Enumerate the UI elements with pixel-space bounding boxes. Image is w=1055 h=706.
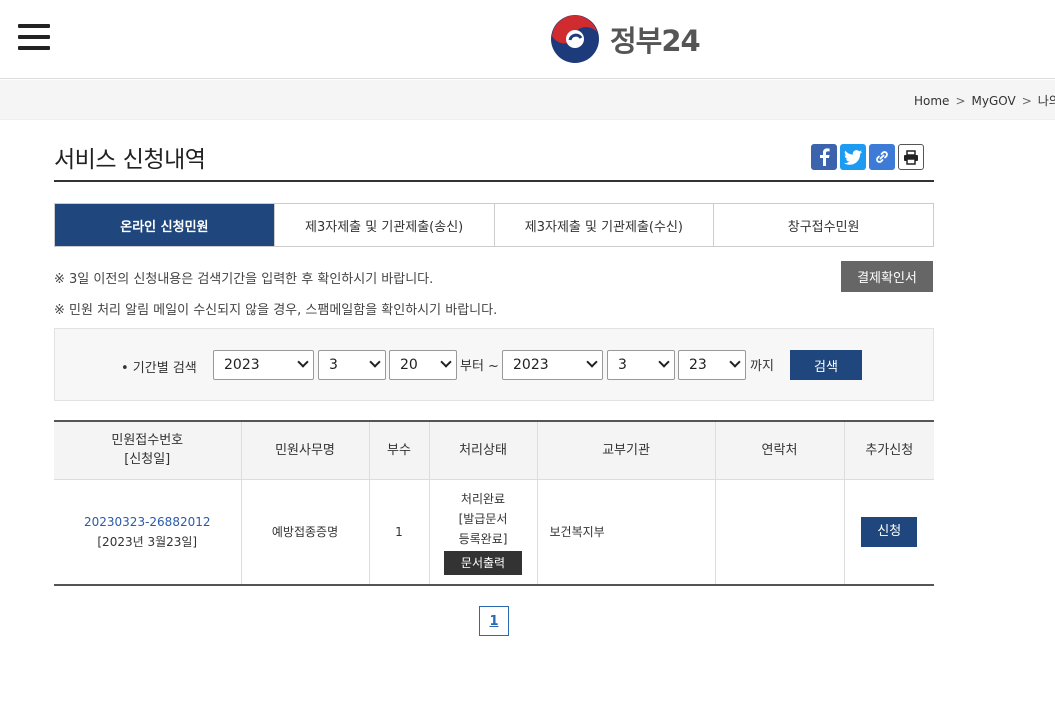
from-year-value: 2023 xyxy=(224,357,260,373)
payment-confirmation-button[interactable]: 결제확인서 xyxy=(841,261,933,292)
breadcrumb-home[interactable]: Home xyxy=(914,94,949,108)
chevron-right-icon: > xyxy=(955,94,966,108)
breadcrumb: Home > MyGOV > 나의 xyxy=(914,92,1055,109)
period-search-label: • 기간별 검색 xyxy=(121,361,197,376)
title-divider xyxy=(54,180,934,182)
chevron-down-icon xyxy=(658,356,670,368)
breadcrumb-bar: Home > MyGOV > 나의 xyxy=(0,80,1055,120)
cell-status: 처리완료 [발급문서 등록완료] 문서출력 xyxy=(428,478,538,586)
from-year-select[interactable]: 2023 xyxy=(213,350,314,380)
tab-online-applications[interactable]: 온라인 신청민원 xyxy=(55,204,274,246)
chevron-down-icon xyxy=(586,356,598,368)
notice-spam: ※ 민원 처리 알림 메일이 수신되지 않을 경우, 스팸메일함을 확인하시기 … xyxy=(54,303,498,318)
from-month-select[interactable]: 3 xyxy=(318,350,386,380)
government-emblem-icon xyxy=(551,15,599,63)
hamburger-icon[interactable] xyxy=(18,24,50,52)
cell-agency: 보건복지부 xyxy=(536,478,716,586)
col-header-recno: 민원접수번호 [신청일] xyxy=(54,421,242,480)
tab-bar: 온라인 신청민원 제3자제출 및 기관제출(송신) 제3자제출 및 기관제출(수… xyxy=(54,203,934,247)
twitter-icon[interactable] xyxy=(840,144,866,170)
cell-name: 예방접종증명 xyxy=(240,478,370,586)
share-buttons xyxy=(811,144,924,170)
from-month-value: 3 xyxy=(329,357,338,373)
cell-recno: 20230323-26882012 [2023년 3월23일] xyxy=(54,478,242,586)
col-header-name: 민원사무명 xyxy=(240,421,370,480)
col-header-contact: 연락처 xyxy=(714,421,845,480)
tab-third-party-received[interactable]: 제3자제출 및 기관제출(수신) xyxy=(493,204,714,246)
chevron-down-icon xyxy=(729,356,741,368)
page-number-current[interactable]: 1 xyxy=(479,606,509,636)
to-month-select[interactable]: 3 xyxy=(607,350,675,380)
search-button[interactable]: 검색 xyxy=(790,350,862,380)
link-icon[interactable] xyxy=(869,144,895,170)
table-header-row: 민원접수번호 [신청일] 민원사무명 부수 처리상태 교부기관 연락처 추가신청 xyxy=(54,421,934,480)
from-day-select[interactable]: 20 xyxy=(389,350,457,380)
table-row: 20230323-26882012 [2023년 3월23일] 예방접종증명 1… xyxy=(54,478,934,586)
application-table: 민원접수번호 [신청일] 민원사무명 부수 처리상태 교부기관 연락처 추가신청 … xyxy=(54,420,934,586)
to-day-value: 23 xyxy=(689,357,707,373)
chevron-down-icon xyxy=(369,356,381,368)
to-label: 까지 xyxy=(750,359,774,374)
from-day-value: 20 xyxy=(400,357,418,373)
to-day-select[interactable]: 23 xyxy=(678,350,746,380)
cell-copies: 1 xyxy=(368,478,430,586)
logo-text: 정부24 xyxy=(610,24,701,58)
breadcrumb-current[interactable]: 나의 xyxy=(1038,94,1055,108)
chevron-down-icon xyxy=(440,356,452,368)
facebook-icon[interactable] xyxy=(811,144,837,170)
tab-third-party-sent[interactable]: 제3자제출 및 기관제출(송신) xyxy=(273,204,494,246)
notice-period: ※ 3일 이전의 신청내용은 검색기간을 입력한 후 확인하시기 바랍니다. xyxy=(54,272,434,287)
logo[interactable]: 정부24 xyxy=(550,14,701,64)
col-header-agency: 교부기관 xyxy=(536,421,716,480)
application-date: [2023년 3월23일] xyxy=(97,534,198,549)
cell-extra: 신청 xyxy=(843,478,934,586)
col-header-status: 처리상태 xyxy=(428,421,538,480)
status-text-1: 처리완료 xyxy=(460,491,506,506)
chevron-down-icon xyxy=(297,356,309,368)
tab-counter-applications[interactable]: 창구접수민원 xyxy=(713,204,933,246)
to-month-value: 3 xyxy=(618,357,627,373)
page-title: 서비스 신청내역 xyxy=(54,147,206,173)
apply-button[interactable]: 신청 xyxy=(861,516,918,547)
col-header-recno-line2: [신청일] xyxy=(124,452,171,468)
col-header-recno-line1: 민원접수번호 xyxy=(111,433,184,449)
col-header-extra: 추가신청 xyxy=(843,421,934,480)
chevron-right-icon: > xyxy=(1021,94,1032,108)
to-year-select[interactable]: 2023 xyxy=(502,350,603,380)
receipt-number-link[interactable]: 20230323-26882012 xyxy=(84,515,211,529)
to-year-value: 2023 xyxy=(513,357,549,373)
top-header: 정부24 xyxy=(0,0,1055,79)
from-label: 부터 ~ xyxy=(460,359,499,374)
breadcrumb-mygov[interactable]: MyGOV xyxy=(972,94,1016,108)
print-icon[interactable] xyxy=(898,144,924,170)
cell-contact xyxy=(714,478,845,586)
period-search-panel: • 기간별 검색 2023 3 20 부터 ~ 2023 3 23 까지 검색 xyxy=(54,328,934,401)
status-text-2: [발급문서 xyxy=(458,511,508,526)
col-header-copies: 부수 xyxy=(368,421,430,480)
status-text-3: 등록완료] xyxy=(458,531,508,546)
print-document-button[interactable]: 문서출력 xyxy=(443,550,523,575)
